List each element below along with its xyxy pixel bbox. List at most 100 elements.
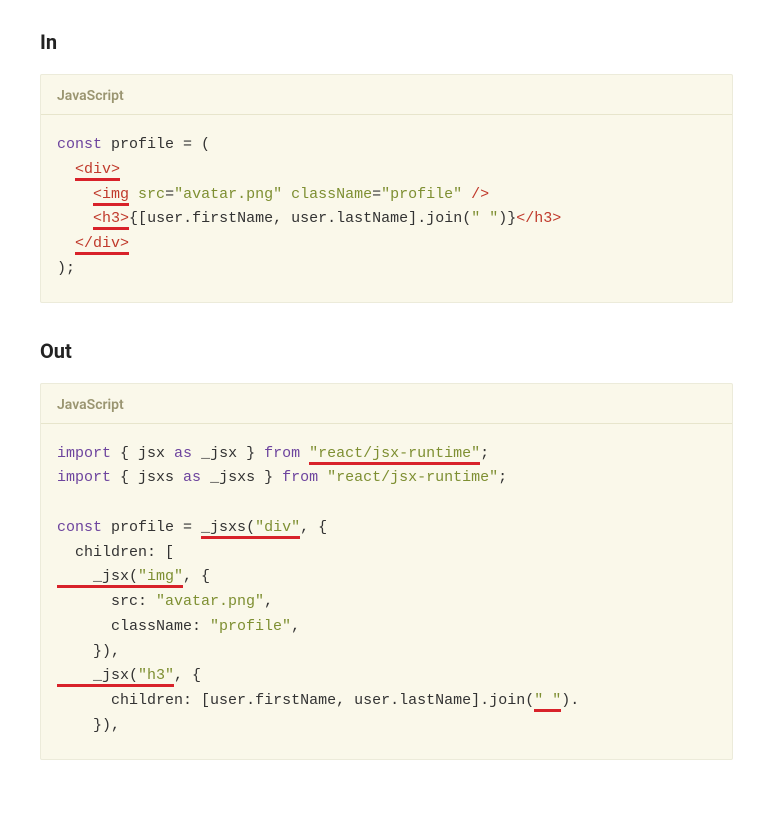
- code-token-pkg1: "react/jsx-runtime": [309, 445, 480, 465]
- code-token: jsx: [138, 445, 165, 462]
- code-token: ]: [408, 210, 417, 227]
- code-language-label: JavaScript: [57, 88, 124, 104]
- code-token: [300, 445, 309, 462]
- code-token: , {: [174, 667, 201, 684]
- code-token-img-open: <img: [93, 186, 129, 206]
- code-body-out: import { jsx as _jsx } from "react/jsx-r…: [41, 424, 732, 759]
- code-token: user: [147, 210, 183, 227]
- code-token: "img": [138, 568, 183, 585]
- heading-in: In: [40, 30, 733, 54]
- code-token: from: [264, 445, 300, 462]
- code-token: .: [246, 692, 255, 709]
- code-token: firstName: [255, 692, 336, 709]
- code-token: " ": [534, 692, 561, 712]
- code-token: children: [57, 544, 147, 561]
- code-token: [: [138, 210, 147, 227]
- code-token: from: [282, 469, 318, 486]
- code-token: const: [57, 136, 102, 153]
- code-token: ;: [498, 469, 507, 486]
- code-token: const: [57, 519, 102, 536]
- code-token: [318, 469, 327, 486]
- code-token: :: [192, 618, 210, 635]
- code-token-jsx-img: _jsx("img": [57, 568, 183, 588]
- code-header: JavaScript: [41, 384, 732, 424]
- code-token: "react/jsx-runtime": [327, 469, 498, 486]
- code-body-in: const profile = ( <div> <img src="avatar…: [41, 115, 732, 302]
- code-token: .: [327, 210, 336, 227]
- code-token: src: [138, 186, 165, 203]
- code-token: />: [462, 186, 489, 203]
- code-token: (: [246, 519, 255, 536]
- code-token: ;: [480, 445, 489, 462]
- code-token: join: [489, 692, 525, 709]
- code-token-jsx-h3: _jsx("h3": [57, 667, 174, 687]
- code-token: .: [480, 692, 489, 709]
- code-token: }: [507, 210, 516, 227]
- code-token: (: [129, 667, 138, 684]
- code-token: ,: [336, 692, 354, 709]
- code-token-h3-open: <h3>: [93, 210, 129, 230]
- code-token: {: [111, 469, 138, 486]
- code-token: .: [183, 210, 192, 227]
- code-token: lastName: [399, 692, 471, 709]
- code-token-jsxs-call: _jsxs("div": [201, 519, 300, 539]
- code-token: " ": [471, 210, 498, 227]
- code-token: ,: [273, 210, 291, 227]
- heading-out: Out: [40, 339, 733, 363]
- code-token: import: [57, 445, 111, 462]
- code-token: className: [57, 618, 192, 635]
- code-token: }: [255, 469, 282, 486]
- code-token: }),: [57, 717, 120, 734]
- code-token: user: [291, 210, 327, 227]
- code-token: user: [354, 692, 390, 709]
- code-token: "div": [255, 519, 300, 536]
- code-token: "h3": [138, 667, 174, 684]
- code-token: (: [129, 568, 138, 585]
- code-token: import: [57, 469, 111, 486]
- code-token: ,: [264, 593, 273, 610]
- code-token: }: [237, 445, 264, 462]
- code-token: profile: [102, 519, 183, 536]
- code-token: user: [210, 692, 246, 709]
- code-token: className: [291, 186, 372, 203]
- code-language-label: JavaScript: [57, 397, 124, 413]
- code-token: "avatar.png": [156, 593, 264, 610]
- code-token: (: [192, 136, 210, 153]
- code-token: ,: [291, 618, 300, 635]
- code-token: : [: [183, 692, 210, 709]
- code-token: profile: [102, 136, 183, 153]
- code-token: _jsxs: [210, 469, 255, 486]
- code-token: {: [111, 445, 138, 462]
- code-token: _jsx: [57, 568, 129, 585]
- code-token: "avatar.png": [174, 186, 282, 203]
- code-token: ): [561, 692, 570, 709]
- code-token: firstName: [192, 210, 273, 227]
- code-block-in: JavaScript const profile = ( <div> <img …: [40, 74, 733, 303]
- code-token: _jsxs: [201, 519, 246, 536]
- code-token: lastName: [336, 210, 408, 227]
- code-token: jsxs: [138, 469, 174, 486]
- code-token: as: [174, 469, 210, 486]
- code-token: , {: [300, 519, 327, 536]
- code-token-div-open: <div>: [75, 161, 120, 181]
- code-token: =: [183, 519, 201, 536]
- code-token: (: [525, 692, 534, 709]
- code-token: .: [570, 692, 579, 709]
- code-token: : [: [147, 544, 174, 561]
- code-token: ): [498, 210, 507, 227]
- code-token: .: [390, 692, 399, 709]
- code-token: src: [57, 593, 138, 610]
- code-token: _jsx: [201, 445, 237, 462]
- code-block-out: JavaScript import { jsx as _jsx } from "…: [40, 383, 733, 760]
- code-token: :: [138, 593, 156, 610]
- code-token: (: [462, 210, 471, 227]
- code-token: .: [417, 210, 426, 227]
- code-token: </h3>: [516, 210, 561, 227]
- code-token-div-close: </div>: [75, 235, 129, 255]
- code-token: children: [57, 692, 183, 709]
- code-token: _jsx: [57, 667, 129, 684]
- code-token: "profile": [381, 186, 462, 203]
- code-token: "profile": [210, 618, 291, 635]
- code-token: }),: [57, 643, 120, 660]
- code-token: , {: [183, 568, 210, 585]
